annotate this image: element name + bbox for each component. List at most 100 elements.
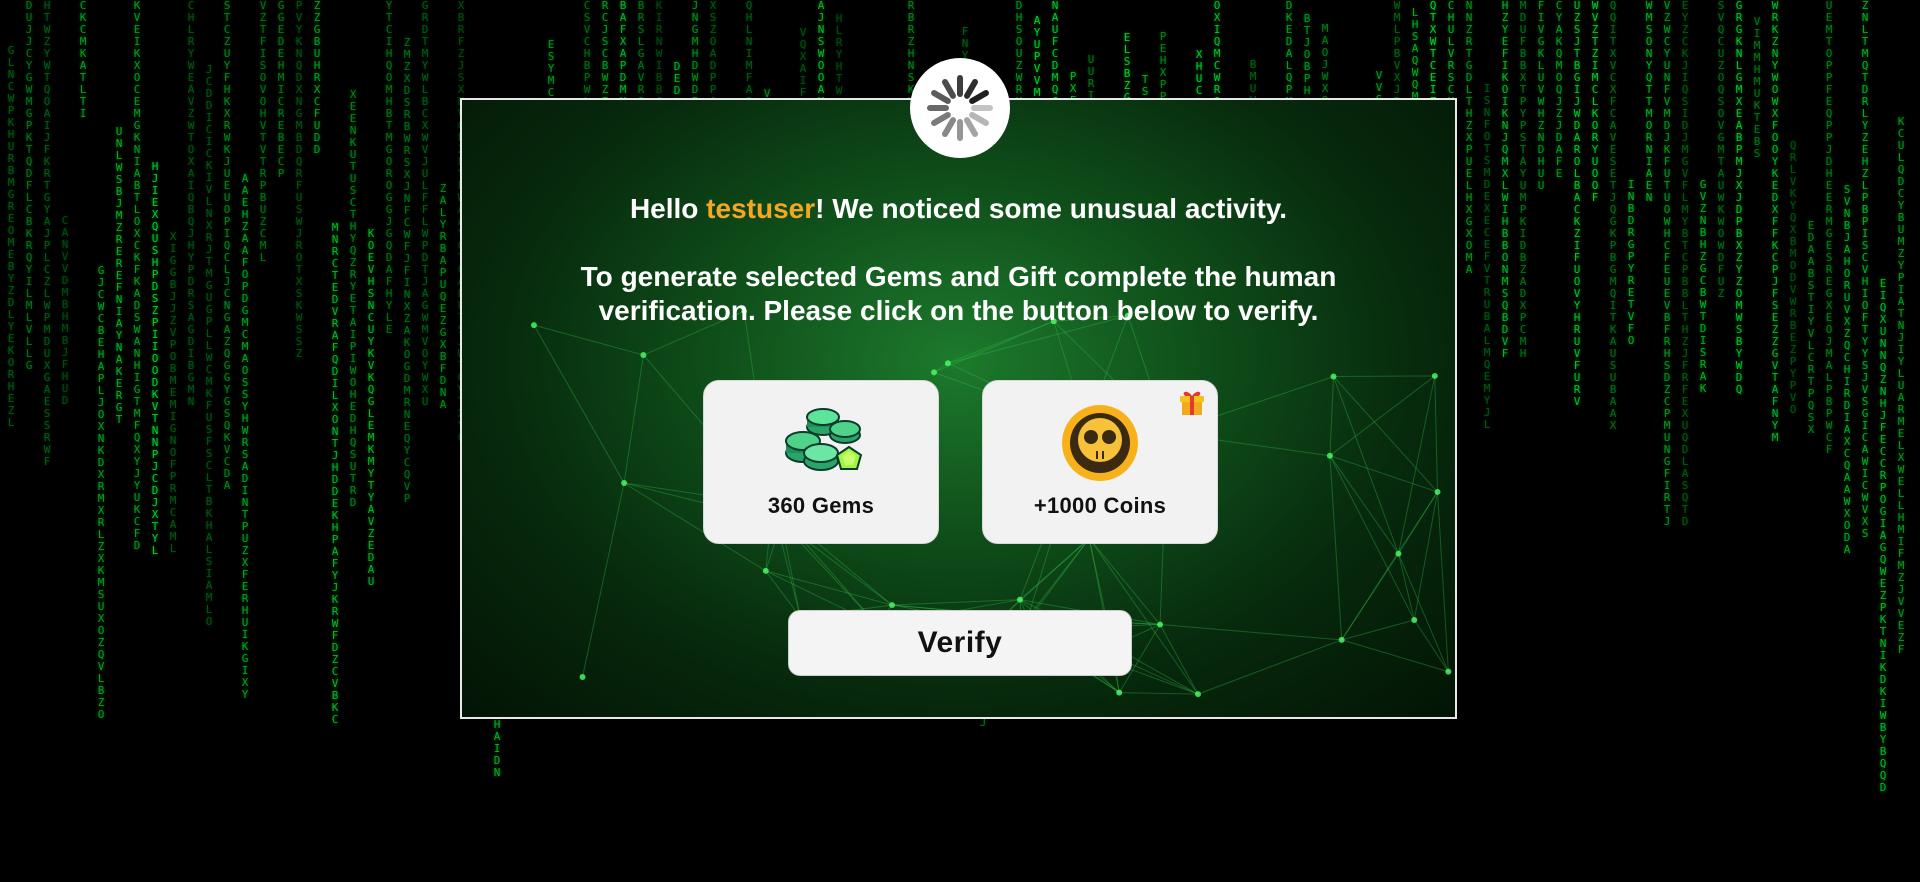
matrix-column: U N L W S B J M Z R E R E F N I A Y N A … <box>115 125 123 426</box>
matrix-column: C Y A K Q M O Q J Z J D A F E <box>1555 0 1563 180</box>
network-line <box>533 324 625 484</box>
spinner-tick <box>942 79 956 99</box>
spinner-tick <box>964 117 978 137</box>
network-node <box>1116 689 1123 696</box>
matrix-column: U Z S J T B G I J W D A R O L B A C K Z … <box>1573 0 1581 408</box>
network-line <box>1197 639 1342 695</box>
network-line <box>1397 553 1415 621</box>
network-node <box>1195 691 1201 698</box>
network-node <box>1395 550 1402 557</box>
matrix-column: H Z Y E F I K O I K N J Q M X L W I H B … <box>1501 0 1509 360</box>
matrix-column: K V E I K X O C E M G K N I A B T L O X … <box>133 0 141 552</box>
network-line <box>1003 537 1090 616</box>
network-node <box>762 567 769 574</box>
username: testuser <box>706 193 816 224</box>
network-node <box>579 674 586 680</box>
network-line <box>1329 455 1343 640</box>
matrix-column: F I V G K L U V W H Z N D H U U <box>1537 0 1545 192</box>
matrix-column: A A E H Z A A F O P D G M C M A O S S Y … <box>241 172 249 701</box>
matrix-column: X E E N K U T U S C T H Y Q Z R Y E T A … <box>349 88 357 509</box>
instructions-line-2: verification. Please click on the button… <box>598 295 1319 326</box>
matrix-column: D U J J C Y G W M G P K T Q D F L C B K … <box>25 0 33 372</box>
network-line <box>1329 375 1436 457</box>
network-node <box>1157 621 1164 628</box>
matrix-column: K C U L Q D C Y B U M Z Y P I A T N J I … <box>1897 115 1905 656</box>
matrix-column: G L N C W P K H U R B M G R E O M E B Y … <box>7 44 15 429</box>
matrix-column: W M S O N Y Q T T M O R N I A E N <box>1645 0 1653 204</box>
greeting-text: Hello testuser! We noticed some unusual … <box>462 192 1455 226</box>
matrix-column: C H L R Y W E A V Z W T O X A I Q B Q J … <box>187 0 195 408</box>
network-line <box>1027 538 1090 618</box>
matrix-column: E D A A B S T I Y V L C R T P Q S X <box>1807 219 1815 436</box>
network-line <box>623 354 644 484</box>
matrix-column: E I Q X U N N Q Z N H J F E C C R P O G … <box>1879 277 1887 794</box>
matrix-column: K O E V H S N C U Y K V K Q G L E M K M … <box>367 227 375 588</box>
matrix-column: Z Z G B U H R X C F U D D <box>313 0 321 156</box>
network-node <box>944 360 951 367</box>
matrix-column: S V N B J A H O R U V X Z Q C H I R D I … <box>1843 183 1851 556</box>
coin-skull-icon <box>1062 405 1138 481</box>
network-node <box>1330 373 1337 380</box>
matrix-column: Y T C I H Q O M H B T M G O R O G G J G … <box>385 0 393 336</box>
greeting-prefix: Hello <box>629 193 707 224</box>
coins-label: +1000 Coins <box>1033 493 1167 518</box>
instructions-line-1: To generate selected Gems and Gift compl… <box>580 261 1337 292</box>
verify-button[interactable]: Verify <box>788 610 1132 676</box>
network-line <box>1397 375 1436 554</box>
matrix-column: W V Z T Z I M C L K O R Y U O O F <box>1591 0 1599 204</box>
verification-dialog: Hello testuser! We noticed some unusual … <box>460 98 1457 719</box>
reward-card-coins: +1000 Coins <box>982 380 1218 544</box>
spinner-tick <box>969 90 989 104</box>
spinner-tick <box>931 90 951 104</box>
network-line <box>1341 639 1449 673</box>
matrix-column: H J I E X Q U S H P D S Z P I I O O D K … <box>151 160 159 557</box>
gift-icon <box>1180 391 1204 415</box>
gems-icon <box>785 408 863 471</box>
matrix-column: H T W Z Y W T Q O A I J F K R T G Y A J … <box>43 0 51 468</box>
network-line <box>1329 455 1399 554</box>
network-line <box>1119 692 1199 695</box>
matrix-column: G J C W C B E H A P L J O X N K D X R M … <box>97 264 105 721</box>
matrix-column: V Z T F I S O V O H V T V T R P B U Z C … <box>259 0 267 264</box>
matrix-column: Q Q I T X V C X F C A V E S E T J Q G K … <box>1609 0 1617 432</box>
network-node <box>1326 452 1333 459</box>
network-node <box>621 480 628 487</box>
matrix-column: G V Z N B H Z G C B W T D I S R A K <box>1699 178 1707 395</box>
gems-label: 360 Gems <box>767 493 875 518</box>
matrix-column: V Z W C Y U N F V M D J K F U T U O W H … <box>1663 0 1671 528</box>
network-line <box>1434 375 1439 492</box>
matrix-column: I S N F O T S M D E X E C E F V T R U B … <box>1483 82 1491 431</box>
matrix-column: S V Q C U Z O Q S O V G M T A U W K W O … <box>1717 0 1725 300</box>
matrix-column: Z A L Y R B A P U Q E Z G X B F D N A <box>439 182 447 411</box>
network-node <box>1431 372 1438 379</box>
network-line <box>1437 491 1449 672</box>
matrix-column: P V Y K N Q D X N G M B D Q R F U S W J … <box>295 0 303 360</box>
matrix-column: M N R C T E D V R A F Q D I L X O N T J … <box>331 221 339 726</box>
network-node <box>1434 488 1441 495</box>
network-line <box>1413 619 1449 672</box>
network-line <box>765 570 893 606</box>
matrix-column: V I M M H M U K T E B S <box>1753 15 1761 160</box>
network-node <box>1411 616 1418 623</box>
spinner-tick <box>931 112 951 126</box>
instructions-text: To generate selected Gems and Gift compl… <box>462 260 1455 328</box>
network-node <box>931 369 937 376</box>
matrix-column: M D U F B B X T P Y P S T A Y U M P K I … <box>1519 0 1527 360</box>
network-node <box>1445 668 1452 675</box>
loading-spinner-icon <box>927 75 993 141</box>
matrix-column: U E M T O P P F E Q P P J D H E E R M G … <box>1825 0 1833 456</box>
matrix-column: J C D D I C I C K I V L N X R J T M G U … <box>205 63 213 628</box>
network-line <box>533 324 644 356</box>
spinner-tick <box>964 79 978 99</box>
matrix-column: E Y Z C K J I Q S I D J M G V F L M Y B … <box>1681 0 1689 528</box>
spinner-badge <box>910 58 1010 158</box>
network-line <box>1333 376 1399 554</box>
network-line <box>1329 376 1334 456</box>
matrix-column: Q R L V K Y Q X B M O D V W R B E Z P Y … <box>1789 139 1797 416</box>
reward-card-gems: 360 Gems <box>703 380 939 544</box>
greeting-suffix: ! We noticed some unusual activity. <box>815 193 1288 224</box>
network-line <box>891 599 1021 606</box>
matrix-column: G R D T M Y W L B C X W V J U L F F L W … <box>421 0 429 408</box>
network-node <box>640 352 647 359</box>
network-node <box>1338 636 1345 643</box>
